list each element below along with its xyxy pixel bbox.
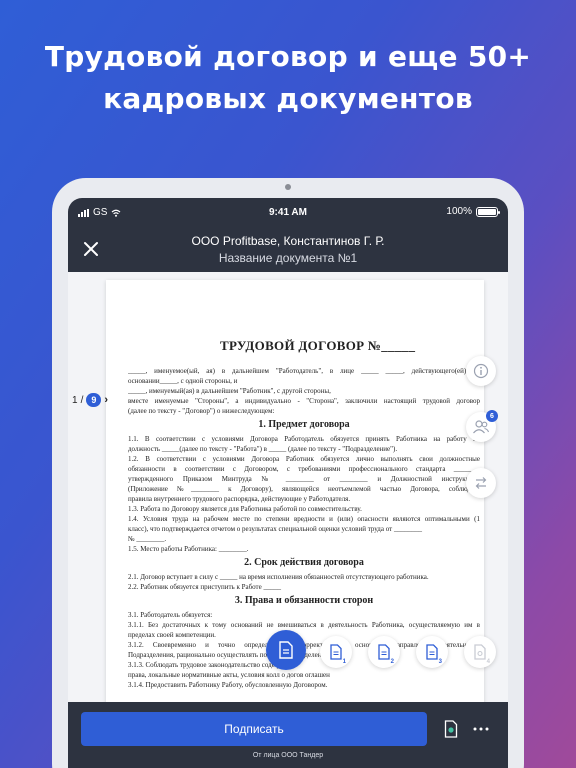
doc-line: 3.1.4. Предоставить Работнику Работу, об… xyxy=(128,681,328,689)
document-2-index: 2 xyxy=(390,659,394,665)
doc-line: правила внутреннего трудового распорядка… xyxy=(128,495,351,503)
app-screen: GS 9:41 AM 100% ООО Profitbase, Констант… xyxy=(68,198,508,768)
sign-button-label: Подписать xyxy=(224,722,284,736)
chevron-right-icon[interactable]: › xyxy=(104,394,108,406)
page-indicator[interactable]: 1 / 9 › xyxy=(72,390,108,410)
section-heading: 3. Права и обязанности сторон xyxy=(234,595,374,606)
doc-line: 3.1.1. Без достаточных к тому оснований … xyxy=(128,621,480,629)
document-title: ТРУДОВОЙ ДОГОВОР №_____ xyxy=(220,338,416,353)
document-icon xyxy=(378,644,390,660)
signed-document-icon xyxy=(444,720,458,738)
doc-line: утвержденного Приказом Минтруда № ______… xyxy=(128,475,480,483)
doc-line: основании_____, с одной стороны, и xyxy=(128,377,238,385)
doc-line: вместе именуемые "Стороны", а индивидуал… xyxy=(128,397,480,405)
users-icon xyxy=(473,420,490,434)
promo-headline: Трудовой договор и еще 50+ кадровых доку… xyxy=(0,36,576,120)
doc-line: 1.2. В соответствии с условиями Договора… xyxy=(128,455,480,463)
section-heading: 1. Предмет договора xyxy=(258,419,350,430)
doc-line: _____, именуемый(ая) в дальнейшем "Работ… xyxy=(128,387,331,395)
participants-count-badge: 6 xyxy=(486,410,498,422)
bottom-action-bar: Подписать От лица ООО Тандер xyxy=(68,702,508,768)
battery-percent: 100% xyxy=(446,206,472,217)
doc-line: 1.3. Работа по Договору является для Раб… xyxy=(128,505,362,513)
doc-line: (Приложение №________ к Договору), являю… xyxy=(128,485,480,493)
doc-line: 2.2. Работник обязуется приступить к Раб… xyxy=(128,583,281,591)
document-4-index: 4 xyxy=(486,659,490,665)
sign-button[interactable]: Подписать xyxy=(81,712,427,746)
swap-icon xyxy=(475,477,487,489)
document-2-button[interactable]: 2 xyxy=(368,636,400,668)
signed-document-button[interactable] xyxy=(440,718,462,740)
doc-line: обязанности в соответствии с Договором, … xyxy=(128,465,480,473)
document-icon xyxy=(474,644,486,660)
doc-line: 1.5. Место работы Работника: ________. xyxy=(128,545,249,553)
document-icon xyxy=(330,644,342,660)
document-1-button[interactable]: 1 xyxy=(320,636,352,668)
participants-button[interactable]: 6 xyxy=(466,410,498,442)
document-icon xyxy=(426,644,438,660)
swap-button[interactable] xyxy=(466,468,496,498)
document-icon xyxy=(279,641,293,659)
pager-total: 9 xyxy=(86,393,102,407)
more-icon xyxy=(473,727,489,731)
status-time: 9:41 AM xyxy=(269,207,307,218)
document-page: ТРУДОВОЙ ДОГОВОР №_____ _____, именуемое… xyxy=(106,280,484,768)
document-3-button[interactable]: 3 xyxy=(416,636,448,668)
document-4-button[interactable]: 4 xyxy=(464,636,496,668)
doc-line: 3.1. Работодатель обязуется: xyxy=(128,611,213,619)
doc-line: должность _____(далее по тексту - "Работ… xyxy=(128,445,398,453)
doc-line: 2.1. Договор вступает в силу с _____ на … xyxy=(128,573,429,581)
status-bar: GS 9:41 AM 100% xyxy=(68,198,508,226)
doc-line: класс), что подтверждается отчетом о рез… xyxy=(128,525,422,533)
battery-icon xyxy=(476,206,500,217)
headline-line-1: Трудовой договор и еще 50+ xyxy=(44,40,532,73)
document-selected-button[interactable] xyxy=(266,630,306,670)
document-switcher: 1 2 3 4 xyxy=(68,630,508,674)
tablet-frame: GS 9:41 AM 100% ООО Profitbase, Констант… xyxy=(52,178,524,768)
document-header: ООО Profitbase, Константинов Г. Р. Назва… xyxy=(68,226,508,272)
pager-current: 1 xyxy=(72,394,78,406)
camera-dot xyxy=(285,184,291,190)
headline-line-2: кадровых документов xyxy=(103,82,473,115)
section-heading: 2. Срок действия договора xyxy=(244,557,364,568)
sign-on-behalf-note: От лица ООО Тандер xyxy=(252,752,324,759)
doc-line: № ________. xyxy=(128,535,167,543)
pager-separator: / xyxy=(80,394,84,406)
info-button[interactable] xyxy=(466,356,496,386)
doc-line: 1.4. Условия труда на рабочем месте по с… xyxy=(128,515,480,523)
doc-line: _____, именуемое(ый, ая) в дальнейшем "Р… xyxy=(128,367,480,375)
header-subtitle: Название документа №1 xyxy=(218,251,358,265)
more-button[interactable] xyxy=(470,718,492,740)
header-title: ООО Profitbase, Константинов Г. Р. xyxy=(191,234,385,248)
doc-line: 1.1. В соответствии с условиями Договора… xyxy=(128,435,480,443)
document-3-index: 3 xyxy=(438,659,442,665)
doc-line: (далее по тексту - "Договор") о нижеслед… xyxy=(128,407,275,415)
document-1-index: 1 xyxy=(342,659,346,665)
info-icon xyxy=(473,363,489,379)
